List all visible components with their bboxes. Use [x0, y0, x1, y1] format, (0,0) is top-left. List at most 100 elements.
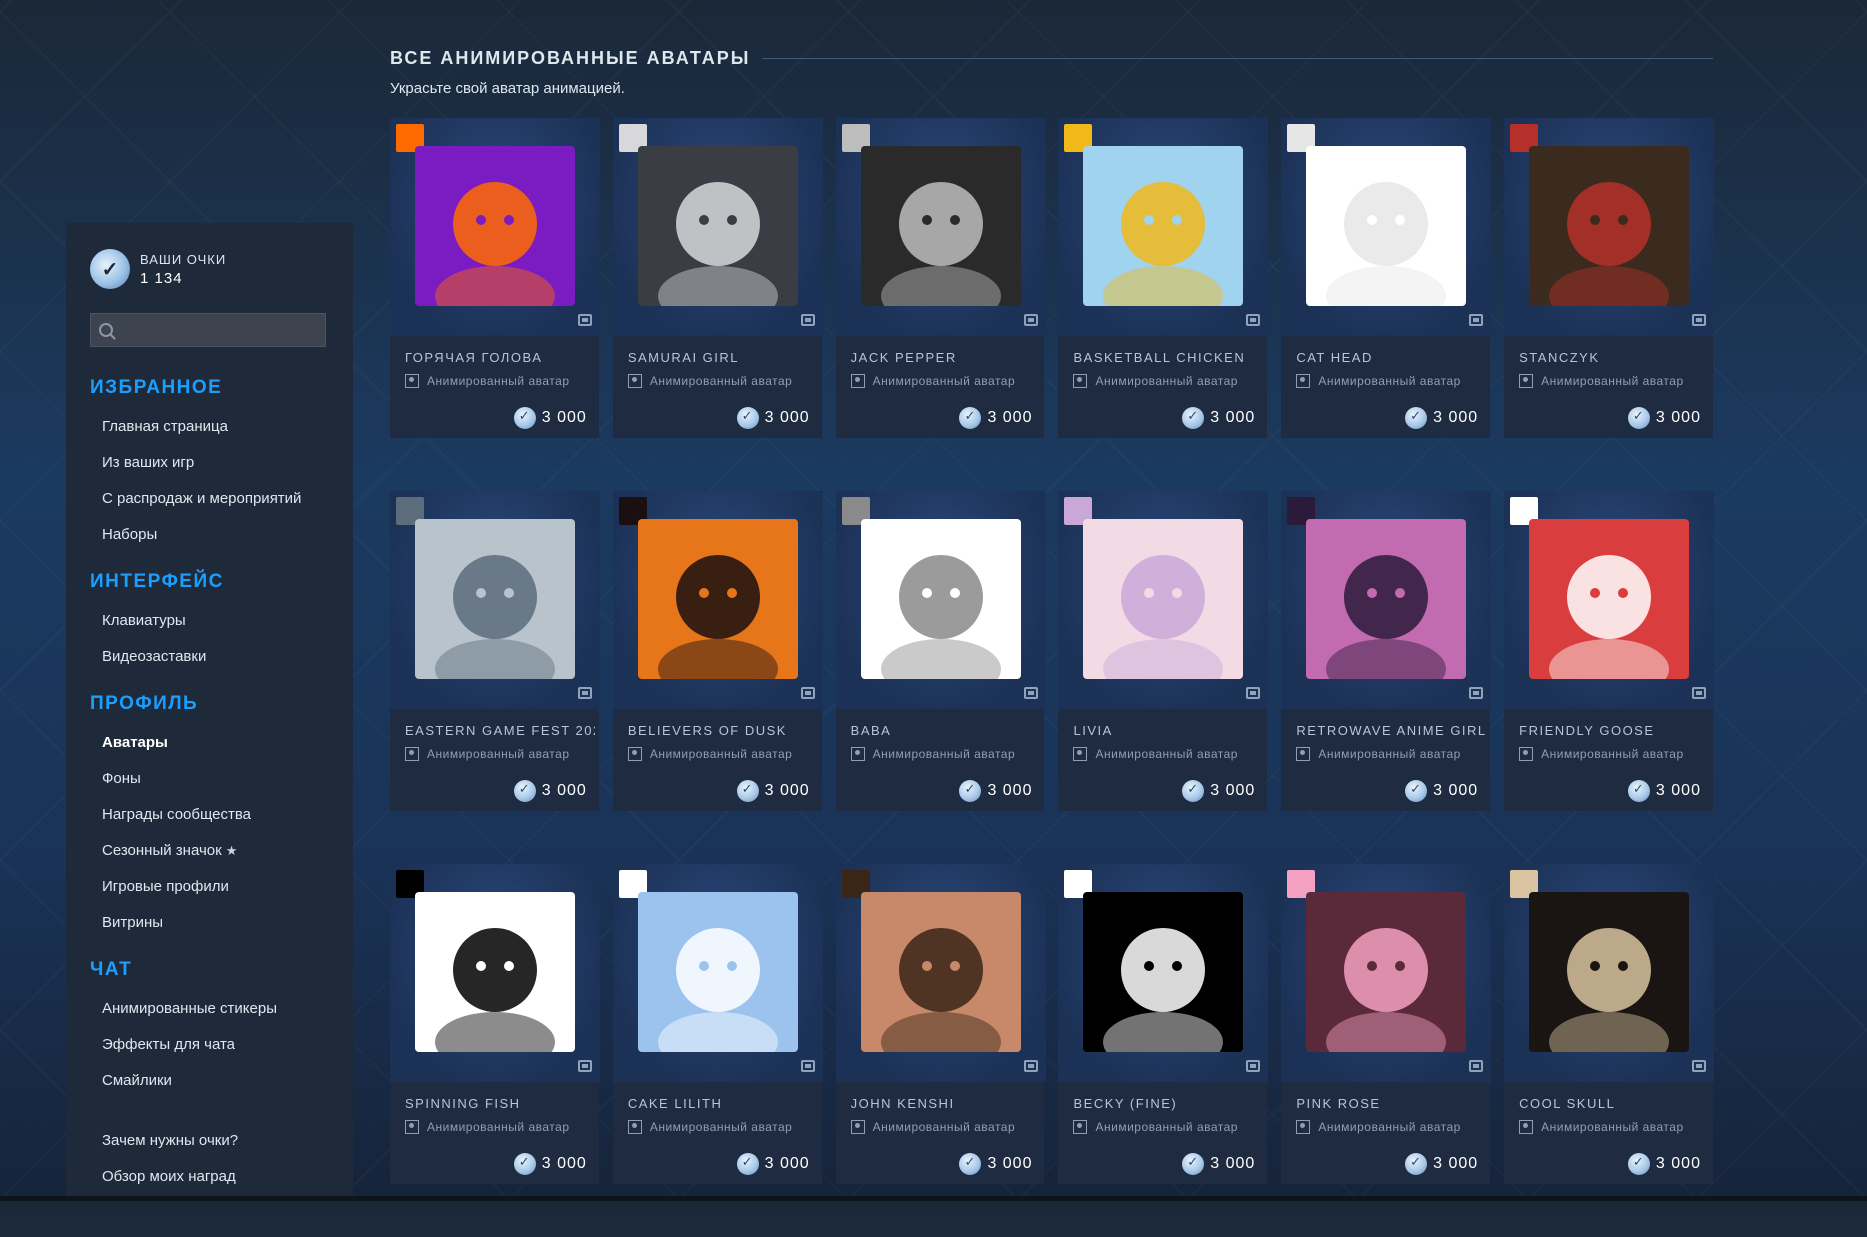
avatar-card[interactable]: BASKETBALL CHICKEN Анимированный аватар …: [1058, 118, 1269, 438]
card-type-label: Анимированный аватар: [1095, 374, 1238, 388]
animated-film-icon: [1469, 687, 1484, 699]
card-name: JOHN KENSHI: [850, 1096, 955, 1111]
avatar-card[interactable]: JACK PEPPER Анимированный аватар 3 000: [835, 118, 1046, 438]
sidebar-item-backgrounds[interactable]: Фоны: [90, 761, 329, 797]
avatar-card[interactable]: SPINNING FISH Анимированный аватар 3 000: [390, 864, 600, 1184]
avatar-row: EASTERN GAME FEST 2025 Анимированный ава…: [390, 491, 1715, 811]
card-type-label: Анимированный аватар: [427, 747, 570, 761]
price: 3 000: [1182, 407, 1255, 429]
card-preview: [612, 864, 823, 1082]
price: 3 000: [959, 407, 1032, 429]
price: 3 000: [959, 780, 1032, 802]
sidebar-item-game-profiles[interactable]: Игровые профили: [90, 869, 329, 905]
card-name: CAT HEAD: [1296, 350, 1373, 365]
avatar-card[interactable]: ГОРЯЧАЯ ГОЛОВА Анимированный аватар 3 00…: [390, 118, 600, 438]
price: 3 000: [513, 1153, 587, 1175]
card-type-label: Анимированный аватар: [427, 374, 570, 388]
card-name: JACK PEPPER: [850, 350, 957, 365]
avatar-card[interactable]: FRIENDLY GOOSE Анимированный аватар 3 00…: [1504, 491, 1715, 811]
card-name: BABA: [850, 723, 892, 738]
avatar-type-icon: [405, 747, 419, 761]
search-box[interactable]: [90, 313, 326, 347]
avatar-card[interactable]: BELIEVERS OF DUSK Анимированный аватар 3…: [612, 491, 823, 811]
sidebar-item-showcases[interactable]: Витрины: [90, 905, 329, 941]
card-type: Анимированный аватар: [1519, 747, 1684, 761]
card-preview: [390, 864, 600, 1082]
avatar-row: SPINNING FISH Анимированный аватар 3 000: [390, 864, 1715, 1184]
card-type: Анимированный аватар: [1296, 374, 1461, 388]
sidebar-item-community-awards[interactable]: Награды сообщества: [90, 797, 329, 833]
card-type: Анимированный аватар: [850, 374, 1016, 388]
bottom-bar: [0, 1196, 1867, 1201]
avatar-card[interactable]: CAT HEAD Анимированный аватар 3 000: [1281, 118, 1492, 438]
sidebar-item-my-rewards[interactable]: Обзор моих наград: [90, 1159, 329, 1195]
section-title: ПРОФИЛЬ: [90, 693, 199, 714]
card-preview: [1058, 864, 1269, 1082]
avatar-card[interactable]: RETROWAVE ANIME GIRL Анимированный авата…: [1281, 491, 1492, 811]
sidebar-item-animated-stickers[interactable]: Анимированные стикеры: [90, 991, 329, 1027]
points-coin-icon: [736, 1153, 759, 1175]
price: 3 000: [736, 780, 810, 802]
card-type-label: Анимированный аватар: [1318, 747, 1461, 761]
sidebar-item-chat-effects[interactable]: Эффекты для чата: [90, 1027, 329, 1063]
card-type: Анимированный аватар: [405, 1120, 570, 1134]
sidebar-item-avatars[interactable]: Аватары: [90, 725, 329, 761]
card-preview: [1281, 118, 1492, 336]
jester-painting-art: [1529, 146, 1690, 306]
cat-girl-art: [1306, 146, 1467, 306]
card-name: SPINNING FISH: [405, 1096, 521, 1111]
points-coin-icon: [959, 1153, 982, 1175]
avatar-type-icon: [1073, 1120, 1088, 1134]
avatar-row: ГОРЯЧАЯ ГОЛОВА Анимированный аватар 3 00…: [390, 118, 1715, 438]
card-type-label: Анимированный аватар: [1541, 747, 1684, 761]
card-type: Анимированный аватар: [405, 747, 570, 761]
sidebar-item-bundles[interactable]: Наборы: [90, 517, 329, 553]
sidebar-item-sales-events[interactable]: С распродаж и мероприятий: [90, 481, 329, 517]
avatar-card[interactable]: CAKE LILITH Анимированный аватар 3 000: [612, 864, 823, 1184]
points-coin-icon: [513, 780, 536, 802]
sidebar-item-seasonal-badge[interactable]: Сезонный значок ★: [90, 833, 329, 869]
avatar-type-icon: [850, 747, 865, 761]
price-value: 3 000: [1210, 782, 1256, 799]
avatar-card[interactable]: SAMURAI GIRL Анимированный аватар 3 000: [612, 118, 823, 438]
avatar-card[interactable]: COOL SKULL Анимированный аватар 3 000: [1504, 864, 1715, 1184]
sidebar-item-from-your-games[interactable]: Из ваших игр: [90, 445, 329, 481]
price-value: 3 000: [1433, 409, 1479, 426]
nav-section-chat: ЧАТ Анимированные стикеры Эффекты для ча…: [90, 959, 329, 1099]
sidebar-item-keyboards[interactable]: Клавиатуры: [90, 603, 329, 639]
avatar-card[interactable]: BECKY (FINE) Анимированный аватар 3 000: [1058, 864, 1269, 1184]
sidebar-item-home[interactable]: Главная страница: [90, 409, 329, 445]
animated-film-icon: [800, 1060, 815, 1072]
avatar-type-icon: [1519, 1120, 1534, 1134]
points-coin-icon: [1182, 407, 1205, 429]
animated-film-icon: [578, 687, 592, 699]
search-input[interactable]: [121, 321, 325, 339]
price-value: 3 000: [764, 1155, 810, 1172]
retrowave-girl-art: [1306, 519, 1467, 679]
page-subtitle: Украсьте свой аватар анимацией.: [390, 80, 625, 97]
animated-film-icon: [1692, 687, 1707, 699]
points-coin-icon: [736, 780, 759, 802]
sidebar-item-startup-movies[interactable]: Видеозаставки: [90, 639, 329, 675]
price-value: 3 000: [1210, 409, 1256, 426]
points-coin-icon: [736, 407, 759, 429]
avatar-card[interactable]: LIVIA Анимированный аватар 3 000: [1058, 491, 1269, 811]
avatar-card[interactable]: JOHN KENSHI Анимированный аватар 3 000: [835, 864, 1046, 1184]
price-value: 3 000: [1433, 1155, 1479, 1172]
avatar-card[interactable]: STANCZYK Анимированный аватар 3 000: [1504, 118, 1715, 438]
avatar-card[interactable]: EASTERN GAME FEST 2025 Анимированный ава…: [390, 491, 600, 811]
avatar-type-icon: [405, 1120, 419, 1134]
avatar-card[interactable]: PINK ROSE Анимированный аватар 3 000: [1281, 864, 1492, 1184]
card-type: Анимированный аватар: [627, 374, 793, 388]
avatar-type-icon: [627, 747, 642, 761]
sidebar-item-why-points[interactable]: Зачем нужны очки?: [90, 1123, 329, 1159]
price: 3 000: [1405, 1153, 1478, 1175]
avatar-type-icon: [850, 374, 865, 388]
blue-anime-art: [637, 892, 798, 1052]
price-value: 3 000: [987, 1155, 1033, 1172]
sidebar-item-emoticons[interactable]: Смайлики: [90, 1063, 329, 1099]
avatar-card[interactable]: BABA Анимированный аватар 3 000: [835, 491, 1046, 811]
section-title: ИЗБРАННОЕ: [90, 377, 223, 398]
price-value: 3 000: [1655, 409, 1701, 426]
card-preview: [612, 118, 823, 336]
